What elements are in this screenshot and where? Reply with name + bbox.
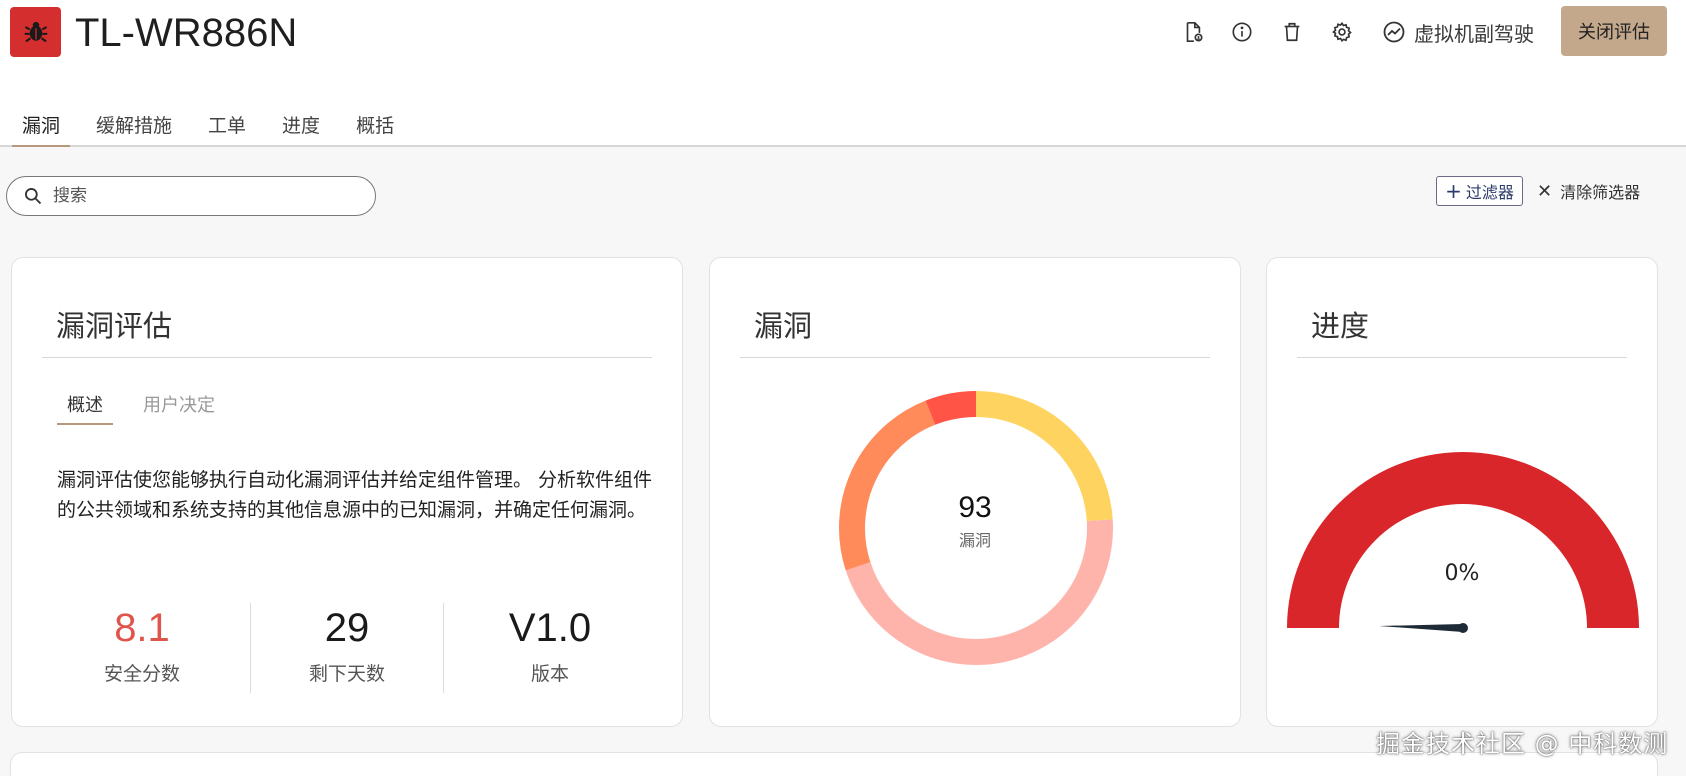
report-icon[interactable] bbox=[1180, 19, 1206, 45]
gear-icon[interactable] bbox=[1329, 19, 1355, 45]
metric-value: 8.1 bbox=[114, 606, 170, 650]
metric-security-score: 8.1 安全分数 bbox=[42, 603, 242, 686]
assessment-card: 漏洞评估 概述 用户决定 漏洞评估使您能够执行自动化漏洞评估并给定组件管理。 分… bbox=[11, 257, 683, 727]
progress-card: 进度 0% bbox=[1266, 257, 1658, 727]
close-assessment-button[interactable]: 关闭评估 bbox=[1561, 6, 1667, 56]
vulnerabilities-card: 漏洞 93 漏洞 bbox=[709, 257, 1241, 727]
assessment-subtabs: 概述 用户决定 bbox=[57, 391, 225, 425]
gauge-arc bbox=[1287, 452, 1639, 628]
metric-divider bbox=[443, 603, 444, 693]
trash-icon[interactable] bbox=[1279, 19, 1305, 45]
tab-mitigations[interactable]: 缓解措施 bbox=[86, 111, 182, 147]
gauge-needle bbox=[1379, 624, 1463, 632]
tab-progress[interactable]: 进度 bbox=[272, 111, 330, 147]
progress-value: 0% bbox=[1444, 561, 1480, 586]
tab-summary[interactable]: 概括 bbox=[346, 111, 404, 147]
clear-filters-label: 清除筛选器 bbox=[1560, 183, 1641, 202]
assessment-card-title: 漏洞评估 bbox=[56, 309, 173, 343]
progress-gauge bbox=[1287, 452, 1639, 633]
vulnerability-total: 93 bbox=[958, 491, 992, 524]
clear-filters-button[interactable]: ✕ 清除筛选器 bbox=[1537, 176, 1640, 206]
tab-vulnerabilities[interactable]: 漏洞 bbox=[12, 111, 71, 147]
donut-segment-3[interactable] bbox=[925, 391, 977, 425]
copilot-button[interactable]: 虚拟机副驾驶 bbox=[1382, 16, 1534, 48]
subtab-overview[interactable]: 概述 bbox=[57, 391, 113, 425]
bug-icon bbox=[10, 7, 61, 57]
metric-value: V1.0 bbox=[508, 606, 592, 650]
metric-label: 安全分数 bbox=[103, 663, 180, 685]
divider bbox=[42, 357, 652, 358]
donut-center: 93 漏洞 bbox=[710, 491, 1240, 551]
copilot-label: 虚拟机副驾驶 bbox=[1414, 21, 1534, 46]
subtab-user-decision[interactable]: 用户决定 bbox=[133, 391, 225, 425]
metric-label: 版本 bbox=[530, 663, 569, 685]
search-input[interactable] bbox=[53, 186, 353, 206]
add-filter-button[interactable]: + 过滤器 bbox=[1436, 176, 1523, 206]
filter-label: 过滤器 bbox=[1465, 183, 1514, 202]
search-box[interactable] bbox=[6, 176, 376, 216]
watermark: 掘金技术社区 @ 中科数测 bbox=[1376, 730, 1669, 758]
assessment-description: 漏洞评估使您能够执行自动化漏洞评估并给定组件管理。 分析软件组件的公共领域和系统… bbox=[57, 469, 653, 521]
plus-icon: + bbox=[1445, 179, 1462, 203]
info-icon[interactable] bbox=[1229, 19, 1255, 45]
search-icon bbox=[25, 188, 42, 205]
trend-icon bbox=[1383, 21, 1405, 43]
tab-bar: 漏洞 缓解措施 工单 进度 概括 bbox=[12, 111, 420, 147]
metric-value: 29 bbox=[324, 606, 370, 650]
vulnerability-total-label: 漏洞 bbox=[958, 531, 991, 550]
top-bar: TL-WR886N 虚拟机副驾驶 关闭评估 漏洞 缓解措施 工单 进度 概括 bbox=[0, 0, 1686, 147]
metric-version: V1.0 版本 bbox=[450, 603, 650, 686]
metric-label: 剩下天数 bbox=[308, 663, 385, 685]
metric-days-left: 29 剩下天数 bbox=[247, 603, 447, 686]
gauge-hub bbox=[1458, 623, 1468, 633]
close-icon: ✕ bbox=[1537, 180, 1553, 202]
tab-tickets[interactable]: 工单 bbox=[198, 111, 256, 147]
page-title: TL-WR886N bbox=[75, 11, 298, 55]
